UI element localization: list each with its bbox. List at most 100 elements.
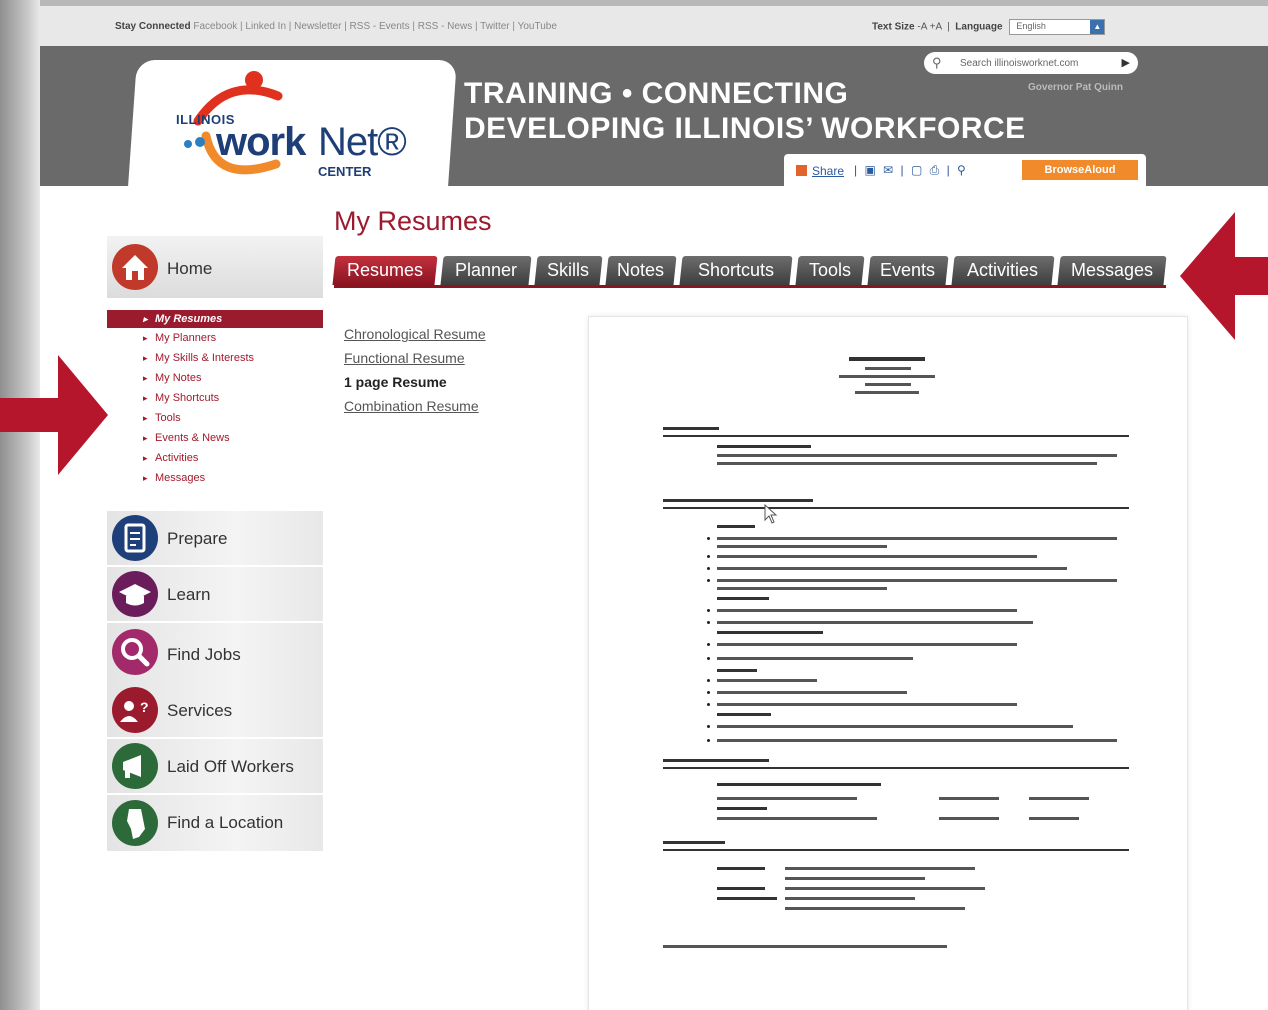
tab-planner[interactable]: Planner (440, 256, 532, 285)
preview-text-line (849, 357, 925, 361)
subnav-my-planners[interactable]: My Planners (107, 328, 323, 348)
subnav-my-shortcuts[interactable]: My Shortcuts (107, 388, 323, 408)
preview-text-line (717, 817, 877, 820)
preview-rule (663, 435, 1129, 437)
sidebar-services[interactable]: ? Services (107, 683, 323, 737)
functional-resume-link[interactable]: Functional Resume (344, 350, 544, 374)
preview-text-line (855, 391, 919, 394)
resume-type-list: Chronological Resume Functional Resume 1… (344, 326, 544, 422)
magnifier-icon (112, 629, 158, 675)
subnav-my-resumes[interactable]: My Resumes (107, 310, 323, 328)
language-select[interactable]: English ▲ (1009, 19, 1106, 35)
preview-text-line (785, 877, 925, 880)
preview-bullet (707, 537, 710, 540)
left-pointer-arrow-icon (0, 355, 108, 475)
social-links[interactable]: Facebook | Linked In | Newsletter | RSS … (193, 21, 557, 32)
share-link[interactable]: Share (796, 164, 844, 178)
sidebar-learn[interactable]: Learn (107, 567, 323, 621)
sidebar-services-label: Services (167, 701, 233, 720)
share-toolbar: Share | ▣ ✉ | ▢ ⎙ | ⚲ BrowseAloud (784, 154, 1146, 186)
sidebar-prepare[interactable]: Prepare (107, 511, 323, 565)
right-pointer-arrow-icon (1180, 212, 1268, 340)
utility-bar: Stay Connected Facebook | Linked In | Ne… (40, 6, 1268, 46)
preview-text-line (717, 679, 817, 682)
preview-text-line (717, 897, 777, 900)
preview-text-line (717, 545, 887, 548)
tab-skills[interactable]: Skills (534, 256, 603, 285)
text-size-controls[interactable]: -A +A (917, 22, 941, 33)
illinois-map-icon (112, 800, 158, 846)
share-tool-icons[interactable]: | ▣ ✉ | ▢ ⎙ | ⚲ (854, 163, 968, 178)
site-search[interactable]: ⚲ Search illinoisworknet.com ▶ (924, 52, 1138, 74)
preview-section-heading (663, 759, 769, 762)
dropdown-arrow-icon: ▲ (1090, 20, 1105, 34)
sidebar-find-location[interactable]: Find a Location (107, 795, 323, 851)
svg-text:?: ? (140, 699, 149, 715)
preview-text-line (865, 367, 911, 370)
tab-notes[interactable]: Notes (605, 256, 677, 285)
sidebar-learn-label: Learn (167, 585, 211, 604)
tab-messages[interactable]: Messages (1057, 256, 1167, 285)
subnav-tools[interactable]: Tools (107, 408, 323, 428)
preview-section-heading (663, 499, 813, 502)
logo-center-text: CENTER (318, 164, 372, 179)
tab-activities[interactable]: Activities (951, 256, 1055, 285)
preview-bullet (707, 703, 710, 706)
search-input[interactable]: Search illinoisworknet.com (960, 58, 1078, 69)
tab-underline (334, 285, 1166, 288)
language-label: Language (955, 21, 1003, 33)
preview-text-line (663, 945, 947, 948)
subnav-events-news[interactable]: Events & News (107, 428, 323, 448)
subnav-my-notes[interactable]: My Notes (107, 368, 323, 388)
preview-section-heading (663, 841, 725, 844)
search-icon: ⚲ (932, 55, 942, 70)
preview-bullet (707, 725, 710, 728)
sidebar-laid-off-workers[interactable]: Laid Off Workers (107, 739, 323, 793)
graduation-cap-icon (112, 571, 158, 617)
subnav-activities[interactable]: Activities (107, 448, 323, 468)
preview-text-line (717, 807, 767, 810)
illinois-worknet-logo[interactable]: ILLINOIS work Net® CENTER (158, 66, 448, 191)
chronological-resume-link[interactable]: Chronological Resume (344, 326, 544, 350)
tab-shortcuts[interactable]: Shortcuts (679, 256, 793, 285)
subnav-messages[interactable]: Messages (107, 468, 323, 488)
sidebar-home[interactable]: Home (107, 236, 323, 298)
preview-text-line (785, 887, 985, 890)
tab-resumes[interactable]: Resumes (332, 256, 438, 285)
webpage: Stay Connected Facebook | Linked In | Ne… (40, 6, 1268, 1010)
clipboard-icon (112, 515, 158, 561)
preview-text-line (1029, 797, 1089, 800)
preview-text-line (717, 887, 765, 890)
stay-connected-links: Stay Connected Facebook | Linked In | Ne… (115, 21, 557, 32)
preview-bullet (707, 679, 710, 682)
header-banner: ILLINOIS work Net® CENTER TRAINING • CON… (40, 46, 1268, 200)
megaphone-icon (112, 743, 158, 789)
sidebar-laid-off-label: Laid Off Workers (167, 757, 294, 776)
search-go-icon[interactable]: ▶ (1122, 56, 1130, 69)
preview-text-line (717, 703, 1017, 706)
logo-net-text: Net® (318, 120, 407, 164)
stay-connected-label: Stay Connected (115, 21, 191, 32)
governor-text: Governor Pat Quinn (1028, 82, 1124, 93)
page-title: My Resumes (334, 206, 492, 236)
preview-text-line (717, 643, 1017, 646)
tab-tools[interactable]: Tools (795, 256, 865, 285)
preview-text-line (717, 555, 1037, 558)
preview-text-line (717, 713, 771, 716)
subnav-my-skills[interactable]: My Skills & Interests (107, 348, 323, 368)
combination-resume-link[interactable]: Combination Resume (344, 398, 544, 422)
preview-rule (663, 507, 1129, 509)
preview-bullet (707, 567, 710, 570)
sidebar-find-jobs[interactable]: Find Jobs (107, 623, 323, 683)
browse-aloud-button[interactable]: BrowseAloud (1022, 160, 1138, 180)
sidebar-prepare-label: Prepare (167, 529, 228, 548)
tab-events[interactable]: Events (867, 256, 949, 285)
home-icon (112, 244, 158, 290)
preview-text-line (785, 907, 965, 910)
preview-text-line (717, 525, 755, 528)
preview-text-line (717, 462, 1097, 465)
preview-text-line (717, 631, 823, 634)
one-page-resume-link[interactable]: 1 page Resume (344, 374, 544, 398)
sidebar-find-location-label: Find a Location (167, 813, 284, 832)
preview-text-line (717, 597, 769, 600)
